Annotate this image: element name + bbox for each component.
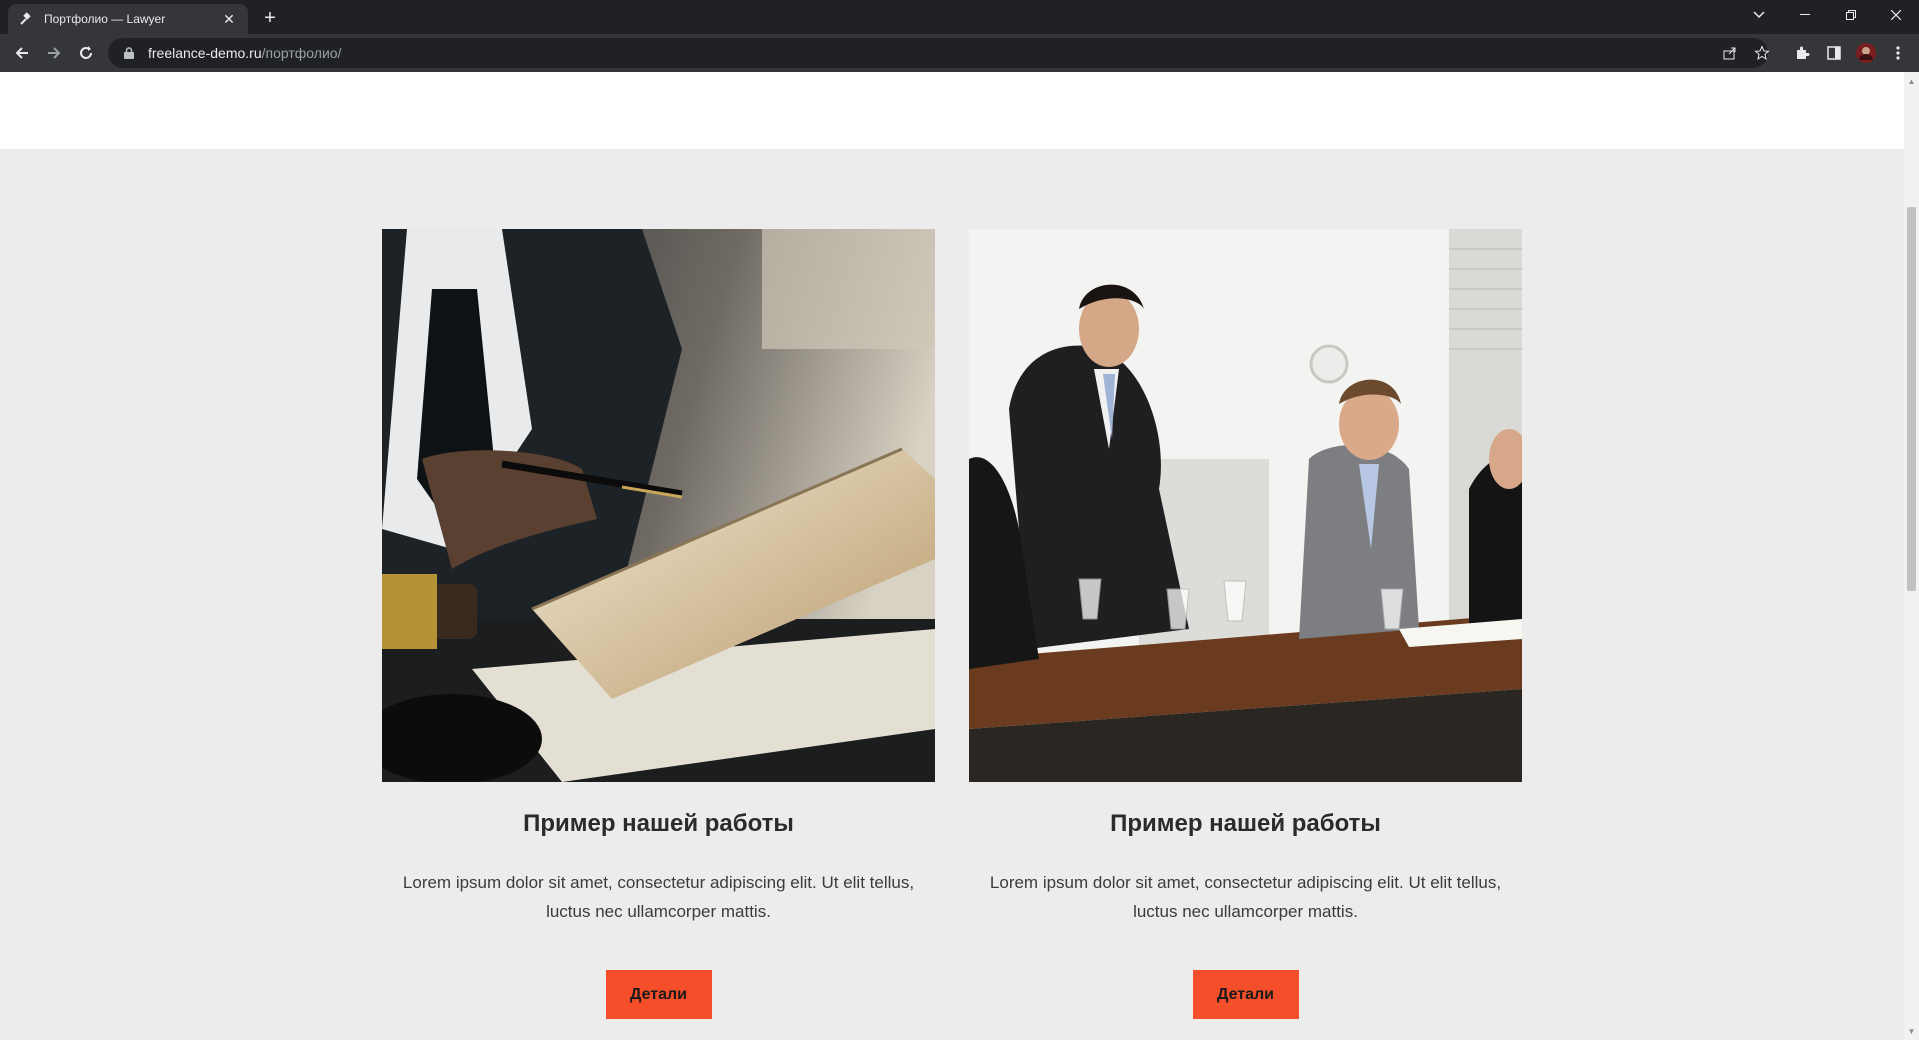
scroll-down-icon[interactable]: ▼ <box>1904 1024 1919 1038</box>
forward-icon[interactable] <box>40 39 68 67</box>
tab-search-icon[interactable] <box>1736 0 1782 30</box>
tab-close-icon[interactable]: ✕ <box>220 10 238 28</box>
menu-kebab-icon[interactable] <box>1884 39 1912 67</box>
reload-icon[interactable] <box>72 39 100 67</box>
page-scrollbar[interactable]: ▲ ▼ <box>1904 72 1919 1040</box>
url-path: /портфолио/ <box>261 45 342 61</box>
back-icon[interactable] <box>8 39 36 67</box>
share-icon[interactable] <box>1716 39 1744 67</box>
window-close-icon[interactable] <box>1873 0 1919 30</box>
browser-tab[interactable]: Портфолио — Lawyer ✕ <box>8 4 248 34</box>
url-host: freelance-demo.ru <box>148 45 262 61</box>
lock-icon[interactable] <box>122 46 136 60</box>
details-button[interactable]: Детали <box>605 970 712 1019</box>
portfolio-card-1: Пример нашей работы Lorem ipsum dolor si… <box>382 229 935 1019</box>
bookmark-star-icon[interactable] <box>1748 39 1776 67</box>
tab-title: Портфолио — Lawyer <box>44 12 166 26</box>
details-button[interactable]: Детали <box>1192 970 1299 1019</box>
lawyer-book-photo <box>382 229 935 782</box>
card-title: Пример нашей работы <box>523 810 794 837</box>
card-text: Lorem ipsum dolor sit amet, consectetur … <box>989 873 1502 921</box>
address-bar[interactable]: freelance-demo.ru/портфолио/ <box>108 38 1768 68</box>
scroll-up-icon[interactable]: ▲ <box>1904 74 1919 88</box>
new-tab-button[interactable]: + <box>258 7 282 29</box>
business-meeting-photo <box>969 229 1522 782</box>
card-text: Lorem ipsum dolor sit amet, consectetur … <box>402 873 915 921</box>
url-text: freelance-demo.ru/портфолио/ <box>148 45 341 61</box>
extensions-icon[interactable] <box>1788 39 1816 67</box>
portfolio-card-2: Пример нашей работы Lorem ipsum dolor si… <box>969 229 1522 1019</box>
page-viewport: Пример нашей работы Lorem ipsum dolor si… <box>0 72 1904 1040</box>
header-band <box>0 72 1904 149</box>
minimize-icon[interactable] <box>1782 0 1828 30</box>
browser-toolbar: freelance-demo.ru/портфолио/ <box>0 34 1919 72</box>
restore-icon[interactable] <box>1828 0 1874 30</box>
gavel-favicon-icon <box>18 11 34 27</box>
browser-titlebar: Портфолио — Lawyer ✕ + <box>0 0 1919 34</box>
side-panel-icon[interactable] <box>1820 39 1848 67</box>
profile-avatar[interactable] <box>1852 39 1880 67</box>
card-title: Пример нашей работы <box>1110 810 1381 837</box>
scroll-thumb[interactable] <box>1907 207 1916 591</box>
